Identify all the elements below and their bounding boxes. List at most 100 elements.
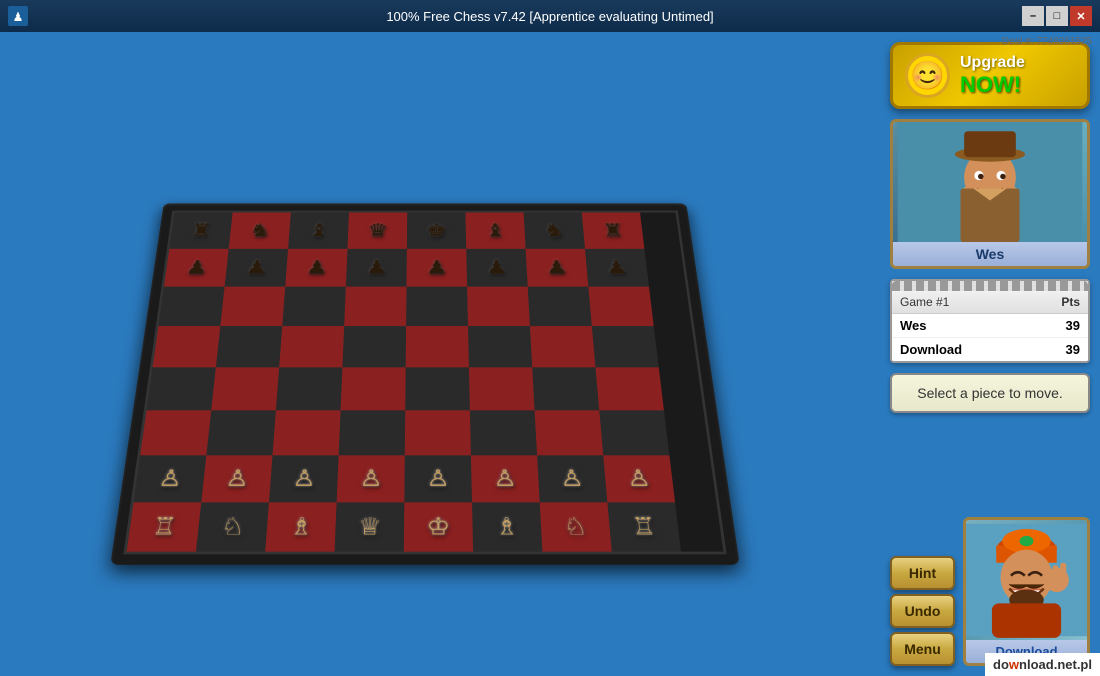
cell-3-2[interactable]	[279, 326, 344, 367]
cell-6-2[interactable]: ♙	[269, 455, 339, 502]
menu-button[interactable]: Menu	[890, 632, 955, 666]
cell-5-3[interactable]	[339, 410, 406, 455]
cell-0-4[interactable]: ♚	[407, 212, 466, 248]
cell-0-1[interactable]: ♞	[229, 212, 291, 248]
chess-piece[interactable]: ♙	[426, 467, 449, 490]
hint-button[interactable]: Hint	[890, 556, 955, 590]
cell-4-4[interactable]	[405, 367, 470, 410]
chess-piece[interactable]: ♙	[559, 467, 584, 490]
cell-3-0[interactable]	[153, 326, 221, 367]
cell-1-7[interactable]: ♟	[585, 249, 649, 287]
cell-7-5[interactable]: ♗	[472, 502, 542, 551]
cell-0-2[interactable]: ♝	[288, 212, 349, 248]
cell-6-6[interactable]: ♙	[537, 455, 607, 502]
cell-7-6[interactable]: ♘	[540, 502, 612, 551]
cell-0-6[interactable]: ♞	[524, 212, 585, 248]
chess-piece[interactable]: ♘	[563, 515, 589, 539]
cell-7-0[interactable]: ♖	[127, 502, 202, 551]
cell-5-4[interactable]	[405, 410, 471, 455]
cell-1-4[interactable]: ♟	[406, 249, 467, 287]
minimize-button[interactable]: –	[1022, 6, 1044, 26]
cell-7-4[interactable]: ♔	[404, 502, 473, 551]
cell-6-0[interactable]: ♙	[134, 455, 207, 502]
cell-5-7[interactable]	[599, 410, 669, 455]
cell-5-0[interactable]	[140, 410, 211, 455]
cell-6-1[interactable]: ♙	[201, 455, 272, 502]
cell-7-7[interactable]: ♖	[607, 502, 681, 551]
cell-2-7[interactable]	[588, 287, 653, 326]
cell-2-6[interactable]	[528, 287, 592, 326]
cell-2-1[interactable]	[220, 287, 285, 326]
cell-7-2[interactable]: ♗	[265, 502, 336, 551]
chess-piece[interactable]: ♗	[494, 515, 519, 539]
cell-1-5[interactable]: ♟	[466, 249, 527, 287]
close-button[interactable]: ✕	[1070, 6, 1092, 26]
chess-piece[interactable]: ♟	[306, 258, 328, 276]
chess-piece[interactable]: ♕	[357, 515, 382, 539]
chess-piece[interactable]: ♟	[366, 258, 387, 276]
cell-6-5[interactable]: ♙	[471, 455, 540, 502]
cell-6-3[interactable]: ♙	[337, 455, 405, 502]
cell-3-1[interactable]	[216, 326, 282, 367]
chess-piece[interactable]: ♟	[605, 258, 628, 276]
chess-piece[interactable]: ♛	[367, 222, 388, 240]
chess-piece[interactable]: ♖	[631, 515, 657, 539]
chess-piece[interactable]: ♟	[546, 258, 568, 276]
chess-piece[interactable]: ♗	[289, 515, 314, 539]
cell-5-1[interactable]	[206, 410, 276, 455]
chess-piece[interactable]: ♟	[426, 258, 447, 276]
cell-1-1[interactable]: ♟	[225, 249, 288, 287]
chess-piece[interactable]: ♟	[486, 258, 508, 276]
cell-3-3[interactable]	[342, 326, 406, 367]
cell-5-6[interactable]	[535, 410, 604, 455]
cell-2-3[interactable]	[344, 287, 406, 326]
cell-7-1[interactable]: ♘	[196, 502, 269, 551]
upgrade-banner[interactable]: 😊 Upgrade NOW!	[890, 42, 1090, 109]
cell-5-5[interactable]	[470, 410, 537, 455]
cell-5-2[interactable]	[272, 410, 340, 455]
cell-6-4[interactable]: ♙	[404, 455, 472, 502]
chess-piece[interactable]: ♘	[220, 515, 246, 539]
chess-piece[interactable]: ♙	[292, 467, 317, 490]
chess-piece[interactable]: ♙	[359, 467, 383, 490]
chess-piece[interactable]: ♞	[543, 222, 565, 240]
cell-1-2[interactable]: ♟	[285, 249, 347, 287]
chess-piece[interactable]: ♙	[224, 467, 249, 490]
cell-7-3[interactable]: ♕	[335, 502, 405, 551]
cell-2-5[interactable]	[467, 287, 530, 326]
chess-piece[interactable]: ♙	[493, 467, 517, 490]
cell-0-7[interactable]: ♜	[582, 212, 645, 248]
cell-4-1[interactable]	[211, 367, 279, 410]
cell-4-3[interactable]	[341, 367, 406, 410]
cell-4-0[interactable]	[147, 367, 216, 410]
chess-piece[interactable]: ♙	[157, 467, 183, 490]
cell-6-7[interactable]: ♙	[603, 455, 675, 502]
chess-board[interactable]: ♜ ♞ ♝ ♛ ♚ ♝ ♞ ♜ ♟ ♟ ♟ ♟ ♟ ♟ ♟ ♟ ♙ ♙ ♙ ♙ ♙ ♙ ♙ ♙ ♖ ♘ ♗ ♕ ♔ ♗ ♘ ♖	[123, 211, 726, 555]
maximize-button[interactable]: □	[1046, 6, 1068, 26]
cell-2-0[interactable]	[158, 287, 224, 326]
cell-4-5[interactable]	[469, 367, 535, 410]
cell-4-7[interactable]	[595, 367, 663, 410]
cell-4-2[interactable]	[276, 367, 343, 410]
cell-2-4[interactable]	[406, 287, 468, 326]
cell-2-2[interactable]	[282, 287, 346, 326]
cell-3-4[interactable]	[406, 326, 469, 367]
chess-piece[interactable]: ♝	[485, 222, 506, 240]
cell-1-3[interactable]: ♟	[346, 249, 407, 287]
cell-3-7[interactable]	[592, 326, 659, 367]
cell-0-3[interactable]: ♛	[347, 212, 407, 248]
undo-button[interactable]: Undo	[890, 594, 955, 628]
cell-3-6[interactable]	[530, 326, 596, 367]
cell-1-0[interactable]: ♟	[164, 249, 229, 287]
cell-3-5[interactable]	[468, 326, 532, 367]
cell-0-0[interactable]: ♜	[169, 212, 232, 248]
chess-piece[interactable]: ♜	[190, 222, 213, 240]
chess-piece[interactable]: ♙	[626, 467, 652, 490]
chess-piece[interactable]: ♝	[308, 222, 330, 240]
chess-piece[interactable]: ♖	[151, 515, 178, 539]
chess-piece[interactable]: ♔	[426, 515, 450, 539]
chess-piece[interactable]: ♚	[426, 222, 447, 240]
chess-piece[interactable]: ♟	[245, 258, 268, 276]
cell-4-6[interactable]	[532, 367, 599, 410]
chess-piece[interactable]: ♞	[249, 222, 271, 240]
